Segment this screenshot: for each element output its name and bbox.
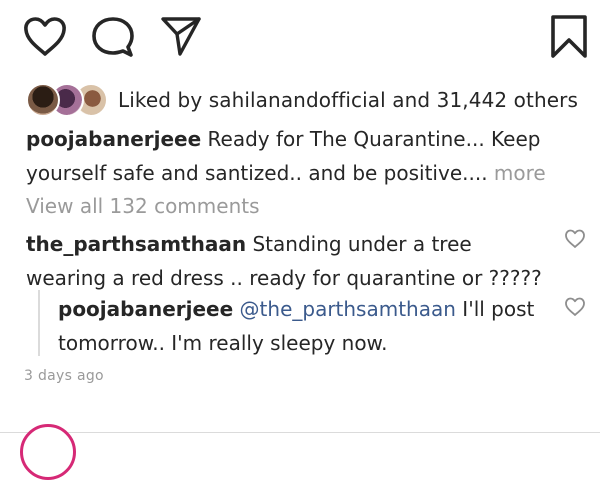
caption-username[interactable]: poojabanerjeee — [26, 127, 201, 151]
post-timestamp: 3 days ago — [24, 368, 104, 384]
reply-like-heart-icon[interactable] — [564, 296, 586, 318]
liker-avatars[interactable] — [26, 83, 108, 117]
speech-bubble-icon[interactable] — [90, 14, 136, 60]
reply-thread-line — [38, 290, 40, 356]
heart-outline-icon[interactable] — [22, 14, 68, 60]
more-link[interactable]: more — [488, 161, 546, 185]
likes-text[interactable]: Liked by sahilanandofficial and 31,442 o… — [118, 88, 578, 112]
reply-mention[interactable]: @the_parthsamthaan — [240, 297, 456, 321]
avatar — [26, 83, 60, 117]
bookmark-icon[interactable] — [548, 14, 590, 60]
view-all-comments-link[interactable]: View all 132 comments — [26, 194, 260, 218]
comment-username[interactable]: the_parthsamthaan — [26, 232, 246, 256]
liker-username[interactable]: sahilanandofficial — [209, 88, 386, 112]
comment: the_parthsamthaan Standing under a tree … — [26, 227, 546, 295]
next-post-avatar[interactable] — [20, 424, 76, 480]
paper-plane-icon[interactable] — [158, 14, 204, 60]
likes-summary: Liked by sahilanandofficial and 31,442 o… — [26, 80, 578, 120]
post-action-bar — [0, 14, 600, 64]
reply-username[interactable]: poojabanerjeee — [58, 297, 233, 321]
post-caption: poojabanerjeee Ready for The Quarantine.… — [26, 122, 586, 190]
likes-prefix: Liked by — [118, 88, 209, 112]
reply-comment: poojabanerjeee @the_parthsamthaan I'll p… — [58, 292, 538, 360]
likes-count[interactable]: 31,442 others — [437, 88, 578, 112]
divider — [0, 432, 600, 433]
likes-middle: and — [385, 88, 437, 112]
comment-like-heart-icon[interactable] — [564, 228, 586, 250]
